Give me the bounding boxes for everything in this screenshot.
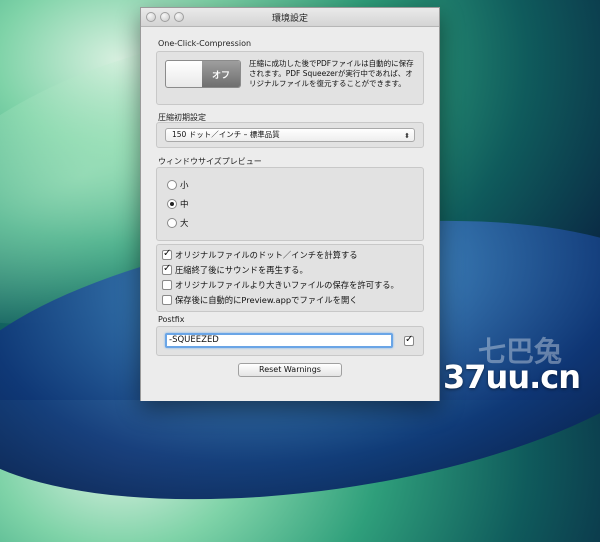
watermark-site: 37uu.cn — [443, 358, 581, 396]
postfix-section-label: Postfix — [158, 315, 185, 324]
options-group: オリジナルファイルのドット／インチを計算する 圧縮終了後にサウンドを再生する。 … — [156, 244, 424, 312]
updown-arrows-icon: ⬍ — [404, 132, 410, 140]
checkbox[interactable] — [162, 280, 172, 290]
option-label: 圧縮終了後にサウンドを再生する。 — [175, 265, 308, 275]
checkbox[interactable] — [162, 295, 172, 305]
radio-button[interactable] — [167, 199, 177, 209]
postfix-checkbox[interactable] — [404, 334, 414, 346]
option-label: 保存後に自動的にPreview.appでファイルを開く — [175, 295, 358, 305]
title-bar[interactable]: 環境設定 — [141, 8, 439, 27]
option-calc-dpi[interactable]: オリジナルファイルのドット／インチを計算する — [162, 248, 358, 261]
option-open-preview[interactable]: 保存後に自動的にPreview.appでファイルを開く — [162, 294, 358, 306]
option-label: オリジナルファイルより大きいファイルの保存を許可する。 — [175, 280, 399, 290]
preview-section-label: ウィンドウサイズプレビュー — [158, 157, 262, 166]
radio-small[interactable]: 小 — [167, 179, 189, 191]
radio-medium[interactable]: 中 — [167, 198, 189, 210]
compression-group: オフ 圧縮に成功した後でPDFファイルは自動的に保存されます。PDF Squee… — [156, 51, 424, 105]
postfix-group: -SQUEEZED — [156, 326, 424, 356]
radio-button[interactable] — [167, 218, 177, 228]
initial-settings-group: 150 ドット／インチ – 標準品質 ⬍ — [156, 122, 424, 148]
checkbox[interactable] — [162, 248, 172, 260]
compression-section-label: One-Click-Compression — [158, 39, 252, 48]
checkbox[interactable] — [162, 263, 172, 275]
window-title: 環境設定 — [271, 14, 308, 24]
option-play-sound[interactable]: 圧縮終了後にサウンドを再生する。 — [162, 263, 308, 276]
quality-select-value: 150 ドット／インチ – 標準品質 — [172, 130, 280, 139]
compression-description: 圧縮に成功した後でPDFファイルは自動的に保存されます。PDF Squeezer… — [249, 59, 414, 88]
radio-label: 小 — [180, 181, 189, 191]
preferences-window: 環境設定 One-Click-Compression オフ 圧縮に成功した後でP… — [140, 7, 440, 401]
postfix-input[interactable]: -SQUEEZED — [165, 333, 393, 348]
compression-toggle[interactable]: オフ — [165, 60, 241, 88]
quality-select[interactable]: 150 ドット／インチ – 標準品質 ⬍ — [165, 128, 415, 142]
radio-label: 中 — [180, 200, 189, 210]
radio-label: 大 — [180, 219, 189, 229]
reset-warnings-button[interactable]: Reset Warnings — [238, 363, 342, 377]
radio-button[interactable] — [167, 180, 177, 190]
option-allow-larger[interactable]: オリジナルファイルより大きいファイルの保存を許可する。 — [162, 279, 399, 291]
preview-group: 小 中 大 — [156, 167, 424, 241]
radio-large[interactable]: 大 — [167, 217, 189, 229]
toggle-state-label: オフ — [202, 61, 240, 87]
option-label: オリジナルファイルのドット／インチを計算する — [175, 250, 358, 260]
